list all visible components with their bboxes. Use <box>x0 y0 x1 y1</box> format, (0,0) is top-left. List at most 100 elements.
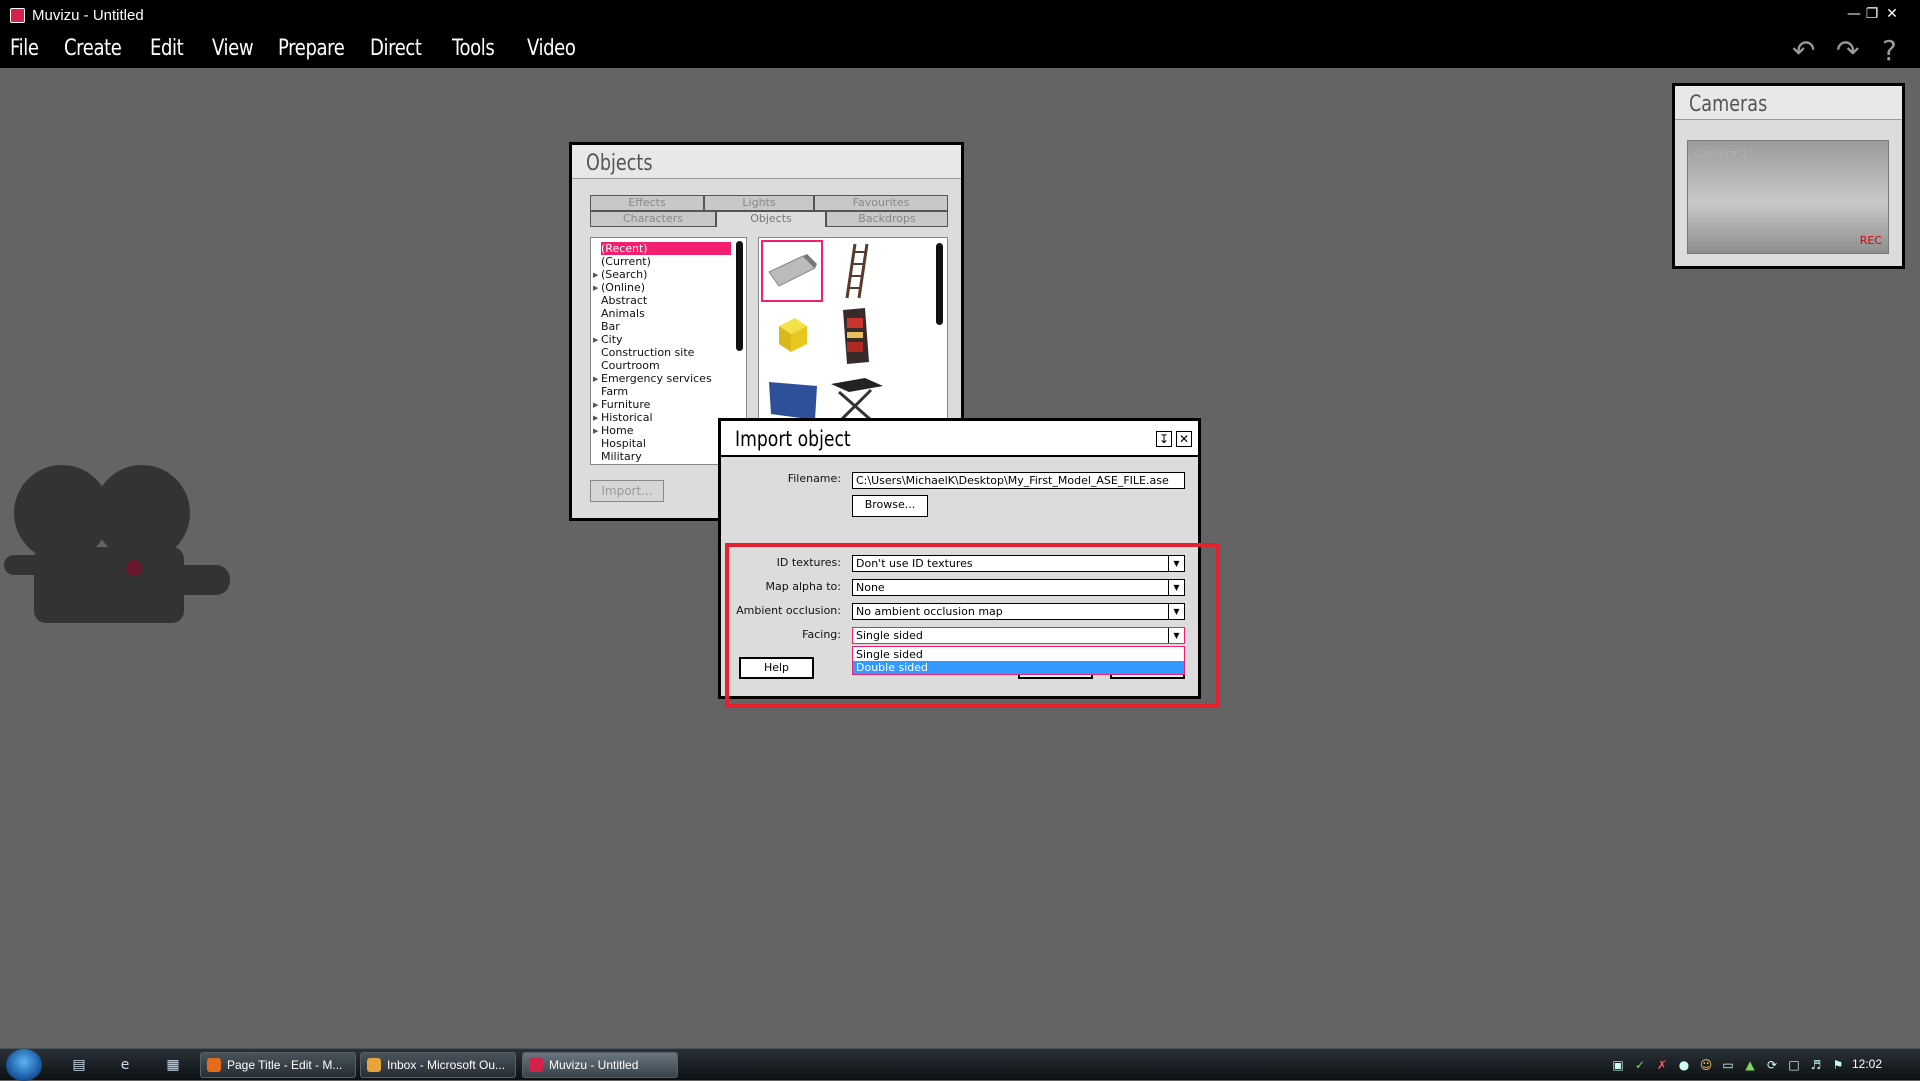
tray-error-icon[interactable]: ✗ <box>1654 1057 1670 1073</box>
category-recent[interactable]: (Recent) <box>601 242 731 255</box>
expand-arrow-icon[interactable]: ▶ <box>593 271 598 279</box>
pin-icon[interactable]: ↧ <box>1156 431 1172 447</box>
category-courtroom[interactable]: Courtroom <box>601 359 660 372</box>
panel-icon <box>769 382 817 418</box>
tray-messenger-icon[interactable]: ☺ <box>1698 1057 1714 1073</box>
tab-backdrops[interactable]: Backdrops <box>826 211 948 227</box>
internet-explorer-icon[interactable]: e <box>116 1057 134 1073</box>
category-online[interactable]: (Online) <box>601 281 645 294</box>
menu-bar: File Create Edit View Prepare Direct Too… <box>0 32 1920 68</box>
tray-flag-icon[interactable]: ⚑ <box>1830 1057 1846 1073</box>
clock[interactable]: 12:02 <box>1852 1057 1882 1071</box>
close-icon[interactable]: ✕ <box>1884 6 1900 22</box>
taskbar-item-label: Inbox - Microsoft Ou... <box>387 1058 506 1072</box>
cameras-header: Cameras <box>1675 86 1902 120</box>
category-abstract[interactable]: Abstract <box>601 294 647 307</box>
expand-arrow-icon[interactable]: ▶ <box>593 414 598 422</box>
menu-edit[interactable]: Edit <box>150 36 184 61</box>
tab-objects[interactable]: Objects <box>716 211 826 227</box>
menu-prepare[interactable]: Prepare <box>278 36 345 61</box>
tray-sync-icon[interactable]: ⟳ <box>1764 1057 1780 1073</box>
annotation-highlight-box <box>725 543 1220 708</box>
outlook-icon <box>367 1058 381 1072</box>
filename-label: Filename: <box>787 472 841 485</box>
object-thumb-panel[interactable] <box>761 368 823 418</box>
tab-favourites[interactable]: Favourites <box>814 195 948 211</box>
taskbar-item-page-title[interactable]: Page Title - Edit - M... <box>200 1052 356 1078</box>
category-emergency-services[interactable]: Emergency services <box>601 372 712 385</box>
taskbar-item-inbox[interactable]: Inbox - Microsoft Ou... <box>360 1052 516 1078</box>
category-construction-site[interactable]: Construction site <box>601 346 694 359</box>
category-city[interactable]: City <box>601 333 623 346</box>
category-bar[interactable]: Bar <box>601 320 620 333</box>
import-button[interactable]: Import... <box>590 480 664 502</box>
import-dialog-title: Import object <box>735 427 851 451</box>
window-title: Muvizu - Untitled <box>32 7 144 24</box>
redo-icon[interactable]: ↷ <box>1836 34 1859 67</box>
cube-icon <box>779 318 807 352</box>
folding-table-icon <box>831 378 883 418</box>
object-thumb-cube[interactable] <box>761 304 823 366</box>
minimize-icon[interactable]: — <box>1846 6 1862 22</box>
restore-icon[interactable]: ❐ <box>1864 6 1880 22</box>
expand-arrow-icon[interactable]: ▶ <box>593 401 598 409</box>
tray-app-icon[interactable]: ● <box>1676 1057 1692 1073</box>
expand-arrow-icon[interactable]: ▶ <box>593 336 598 344</box>
objects-title: Objects <box>586 151 653 176</box>
object-thumb-ladder[interactable] <box>825 240 887 302</box>
tab-effects[interactable]: Effects <box>590 195 704 211</box>
tray-nvidia-icon[interactable]: ▲ <box>1742 1057 1758 1073</box>
tray-network-icon[interactable]: ▣ <box>1610 1057 1626 1073</box>
category-search[interactable]: (Search) <box>601 268 647 281</box>
title-bar: Muvizu - Untitled — ❐ ✕ <box>0 0 1920 32</box>
object-thumb-table[interactable] <box>825 368 887 418</box>
category-scrollbar[interactable] <box>736 241 743 351</box>
browse-button[interactable]: Browse... <box>852 495 928 517</box>
menu-file[interactable]: File <box>10 36 39 61</box>
object-thumb-blade[interactable] <box>761 240 823 302</box>
tab-characters[interactable]: Characters <box>590 211 716 227</box>
category-furniture[interactable]: Furniture <box>601 398 650 411</box>
objects-header: Objects <box>572 145 961 179</box>
tab-lights[interactable]: Lights <box>704 195 814 211</box>
menu-direct[interactable]: Direct <box>370 36 422 61</box>
menu-video[interactable]: Video <box>527 36 576 61</box>
camera-preview[interactable]: Camera 1 REC <box>1687 140 1889 254</box>
show-desktop-icon[interactable]: ▤ <box>70 1057 88 1073</box>
muvizu-icon <box>529 1058 543 1072</box>
close-icon[interactable]: ✕ <box>1176 431 1192 447</box>
category-historical[interactable]: Historical <box>601 411 653 424</box>
taskbar-item-label: Muvizu - Untitled <box>549 1058 639 1072</box>
menu-create[interactable]: Create <box>64 36 122 61</box>
notepad-icon[interactable]: ▦ <box>164 1057 182 1073</box>
thumbnail-scrollbar[interactable] <box>936 243 943 325</box>
tray-check-icon[interactable]: ✓ <box>1632 1057 1648 1073</box>
category-home[interactable]: Home <box>601 424 633 437</box>
tray-monitor-icon[interactable]: ▭ <box>1720 1057 1736 1073</box>
category-farm[interactable]: Farm <box>601 385 628 398</box>
category-current[interactable]: (Current) <box>601 255 651 268</box>
taskbar-item-muvizu[interactable]: Muvizu - Untitled <box>522 1052 678 1078</box>
tray-connection-icon[interactable]: □ <box>1786 1057 1802 1073</box>
expand-arrow-icon[interactable]: ▶ <box>593 427 598 435</box>
filename-field[interactable]: C:\Users\MichaelK\Desktop\My_First_Model… <box>852 472 1185 489</box>
taskbar-item-label: Page Title - Edit - M... <box>227 1058 343 1072</box>
start-button[interactable] <box>6 1049 42 1081</box>
cameras-title: Cameras <box>1689 92 1768 117</box>
camera-label: Camera 1 <box>1694 147 1748 160</box>
menu-view[interactable]: View <box>212 36 254 61</box>
expand-arrow-icon[interactable]: ▶ <box>593 284 598 292</box>
object-thumb-arcade[interactable] <box>825 304 887 366</box>
volume-icon[interactable]: ♬ <box>1808 1057 1824 1073</box>
import-dialog-header: Import object ↧ ✕ <box>721 421 1198 457</box>
category-military[interactable]: Military <box>601 450 642 463</box>
help-icon[interactable]: ? <box>1882 34 1897 67</box>
category-animals[interactable]: Animals <box>601 307 645 320</box>
menu-tools[interactable]: Tools <box>452 36 495 61</box>
firefox-icon <box>207 1058 221 1072</box>
undo-icon[interactable]: ↶ <box>1792 34 1815 67</box>
expand-arrow-icon[interactable]: ▶ <box>593 375 598 383</box>
camera-projector-icon[interactable] <box>0 465 240 625</box>
category-hospital[interactable]: Hospital <box>601 437 646 450</box>
rec-indicator: REC <box>1859 234 1882 247</box>
